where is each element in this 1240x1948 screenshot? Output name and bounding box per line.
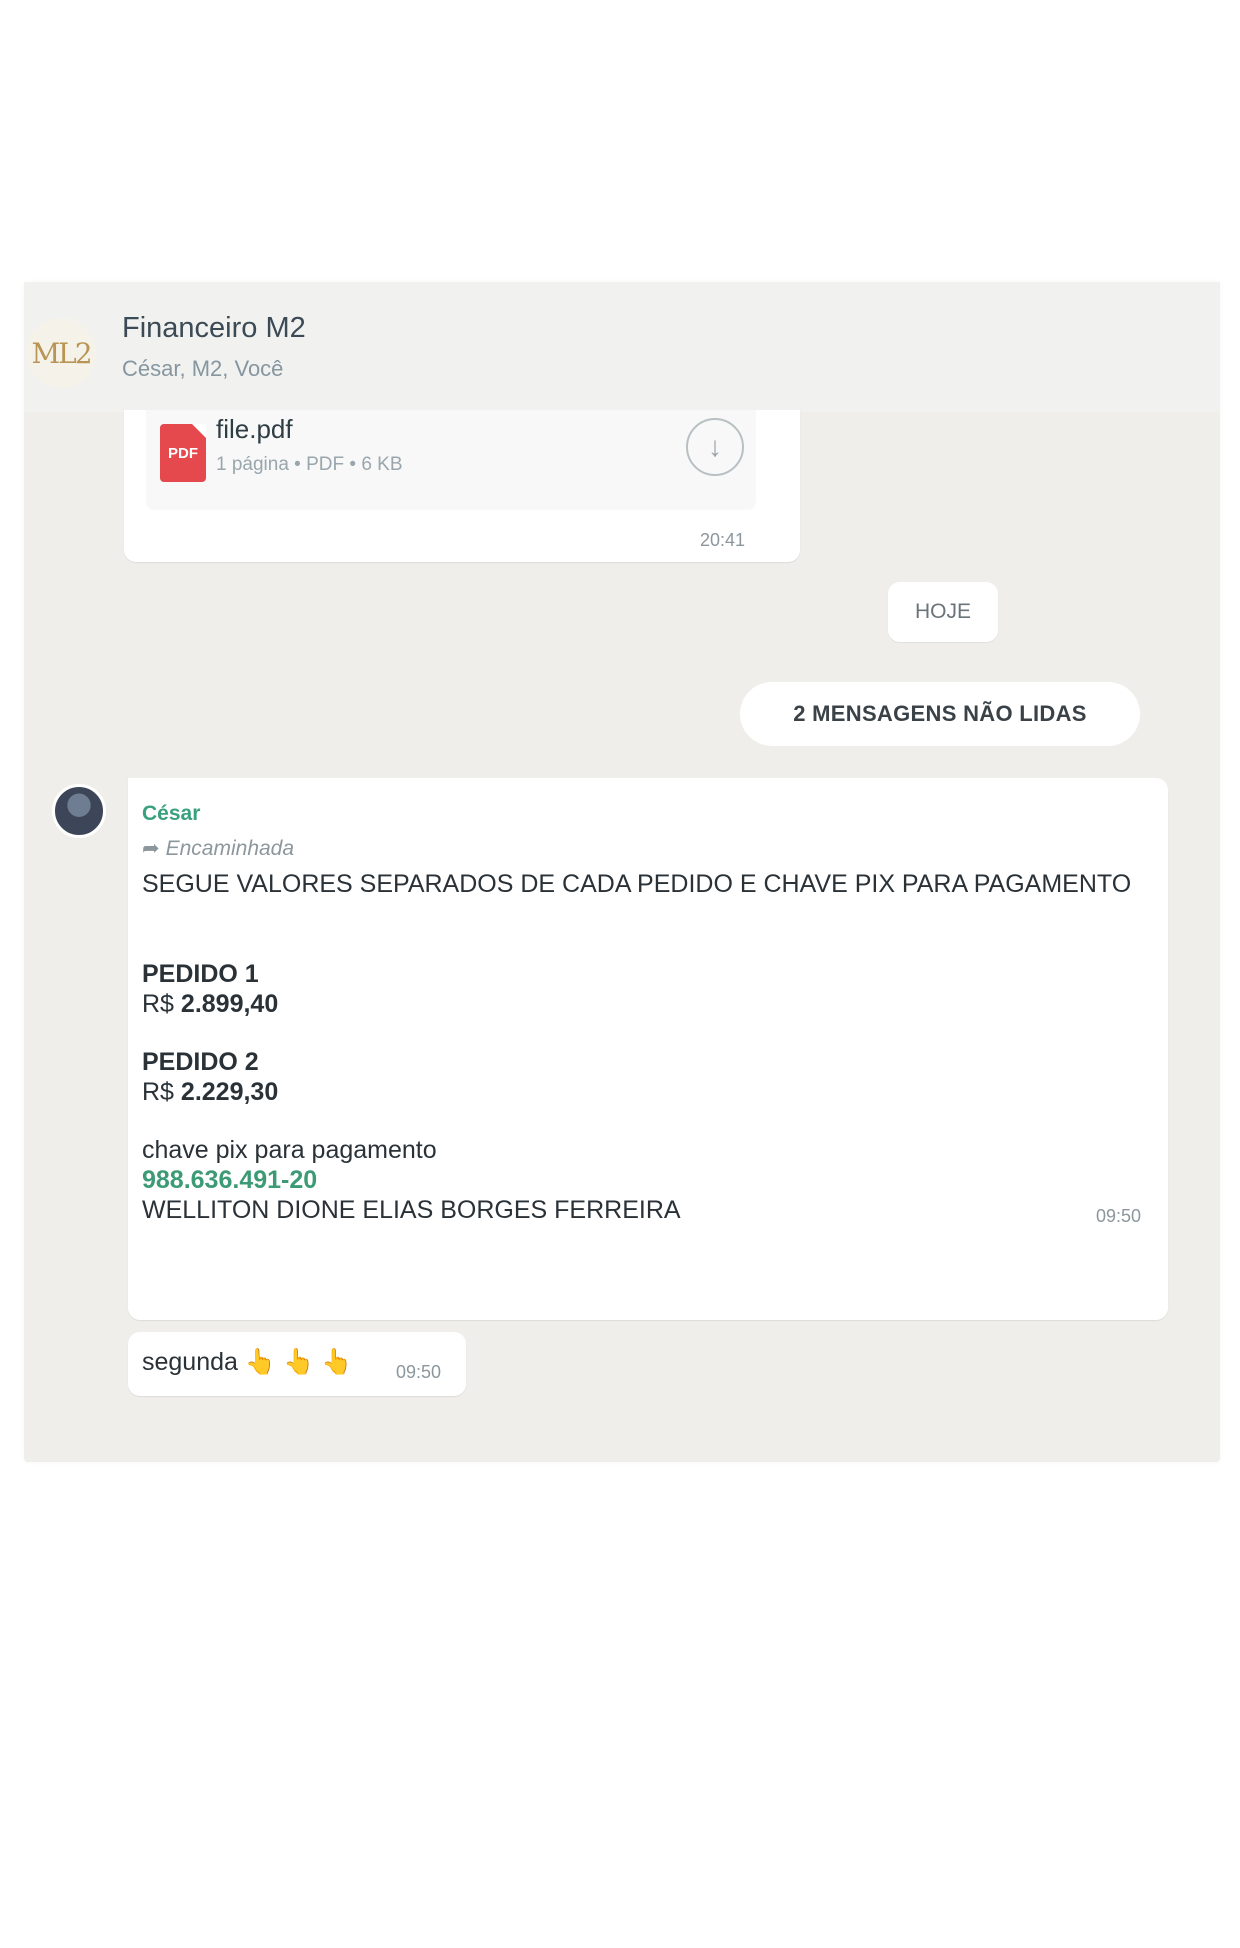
forwarded-message-bubble[interactable]: César ➦ Encaminhada SEGUE VALORES SEPARAD…: [128, 778, 1168, 1320]
file-name: file.pdf: [216, 414, 293, 444]
download-button[interactable]: ↓: [686, 418, 744, 476]
forward-arrow-icon: ➦: [142, 837, 160, 860]
pix-name: WELLITON DIONE ELIAS BORGES FERREIRA: [142, 1196, 681, 1224]
group-avatar[interactable]: ML2: [26, 318, 96, 388]
forwarded-text: Encaminhada: [165, 837, 295, 860]
pix-key[interactable]: 988.636.491-20: [142, 1166, 317, 1195]
pedido-2-label: PEDIDO 2: [142, 1048, 259, 1076]
sender-avatar[interactable]: [52, 784, 106, 838]
date-divider: HOJE: [888, 582, 998, 642]
pointing-up-emoji-icon: 👆 👆 👆: [244, 1348, 353, 1376]
pix-label: chave pix para pagamento: [142, 1136, 437, 1164]
chat-members: César, M2, Você: [122, 356, 284, 381]
pedido-2-value: 2.229,30: [180, 1078, 279, 1106]
pedido-1-label: PEDIDO 1: [142, 960, 259, 988]
chat-header[interactable]: ML2 Financeiro M2 César, M2, Você: [24, 282, 1220, 412]
followup-message-bubble[interactable]: segunda 👆 👆 👆 09:50: [128, 1332, 466, 1396]
file-meta: 1 página • PDF • 6 KB: [216, 454, 403, 475]
pedido-1-amount: R$ 2.899,40: [142, 990, 278, 1019]
pdf-file-icon: PDF: [160, 424, 206, 482]
followup-text: segunda 👆 👆 👆: [142, 1348, 352, 1377]
chat-title: Financeiro M2: [122, 312, 306, 344]
pdf-icon-label: PDF: [168, 444, 198, 462]
chat-screenshot: ML2 Financeiro M2 César, M2, Você PDF fi…: [24, 282, 1220, 1462]
forwarded-label: ➦ Encaminhada: [142, 836, 294, 861]
currency-label: R$: [142, 990, 174, 1018]
unread-messages-divider: 2 MENSAGENS NÃO LIDAS: [740, 682, 1140, 746]
sender-name[interactable]: César: [142, 802, 200, 826]
file-message-bubble[interactable]: PDF file.pdf 1 página • PDF • 6 KB ↓ 20:…: [124, 410, 800, 562]
pedido-2-amount: R$ 2.229,30: [142, 1078, 278, 1107]
currency-label: R$: [142, 1078, 174, 1106]
message-time: 09:50: [396, 1362, 442, 1382]
pedido-1-value: 2.899,40: [180, 990, 279, 1018]
download-arrow-icon: ↓: [708, 431, 722, 462]
followup-word: segunda: [142, 1348, 238, 1376]
group-avatar-logo: ML2: [31, 336, 92, 370]
message-time: 09:50: [1096, 1206, 1142, 1226]
file-attachment[interactable]: PDF file.pdf 1 página • PDF • 6 KB ↓: [146, 410, 756, 510]
message-line-intro: SEGUE VALORES SEPARADOS DE CADA PEDIDO E…: [142, 870, 1132, 898]
message-time: 20:41: [700, 530, 746, 550]
